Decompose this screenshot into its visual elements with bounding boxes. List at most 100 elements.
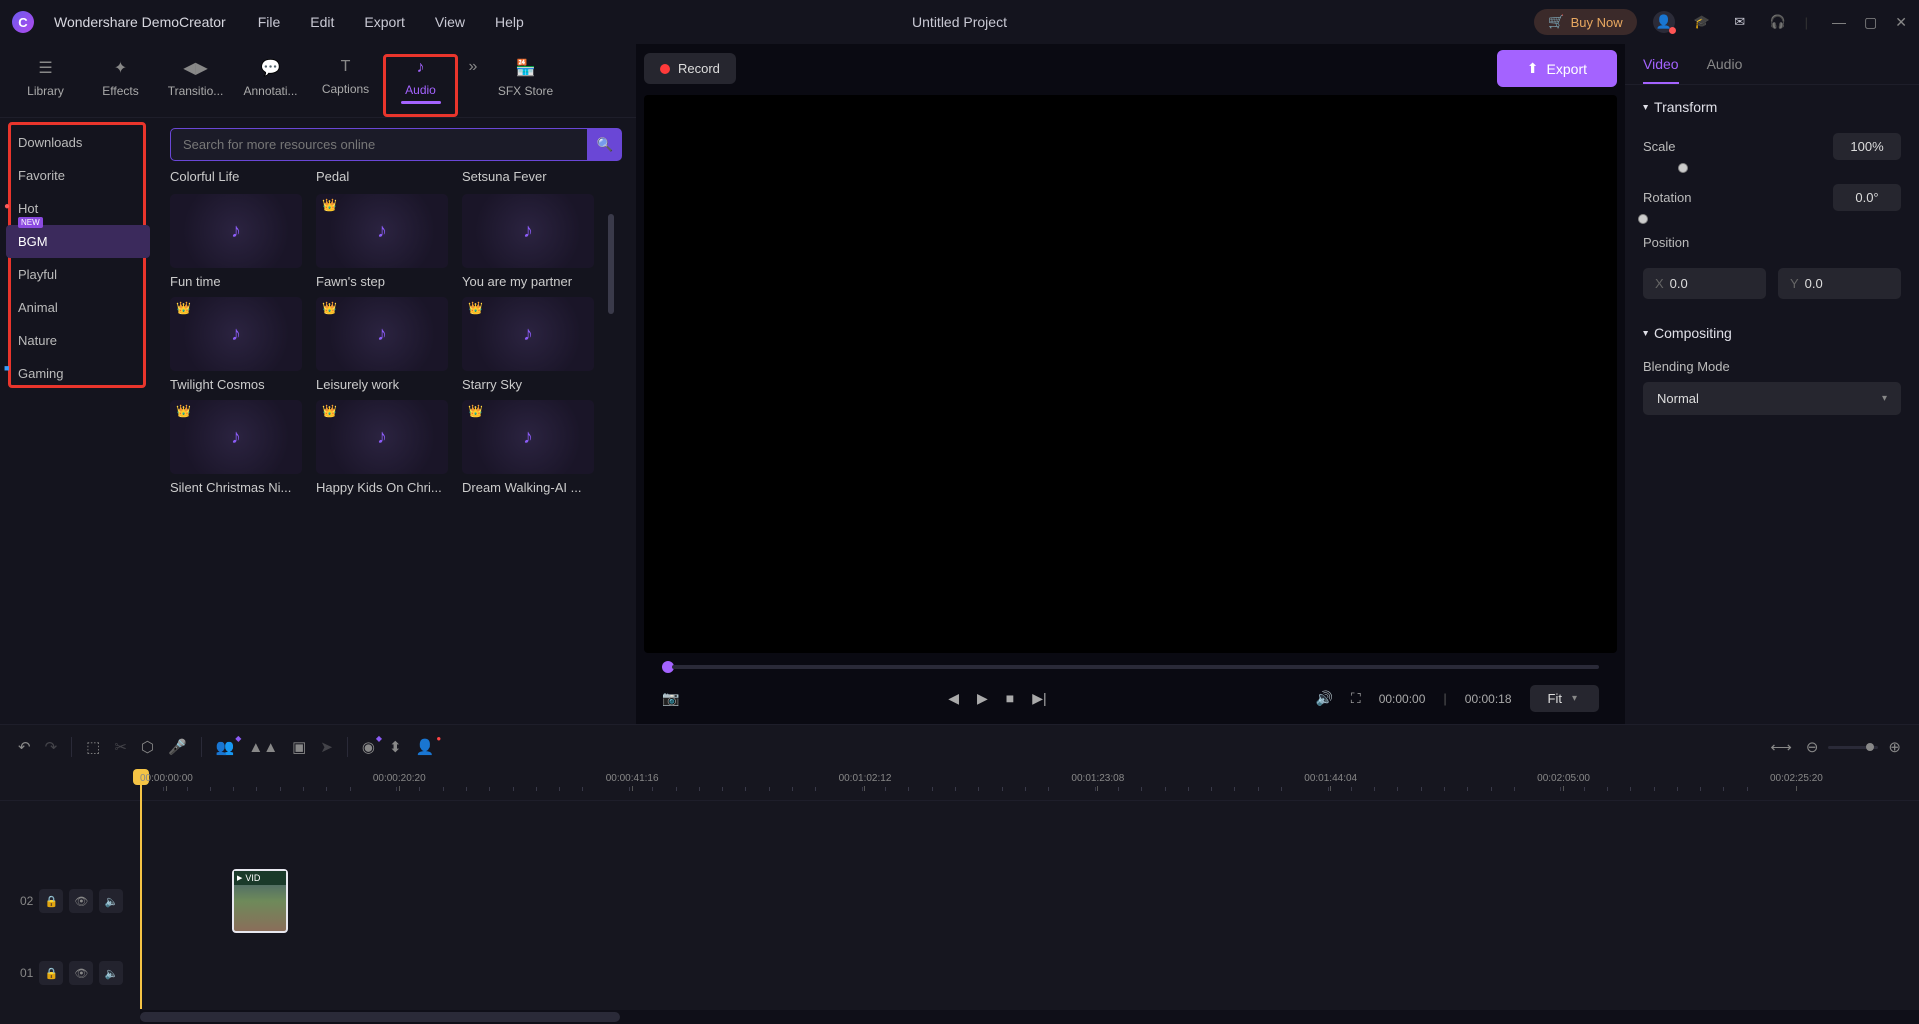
audio-label: Dream Walking-AI ... (462, 480, 594, 495)
marker-icon[interactable]: ⬡ (141, 738, 154, 756)
zoom-in-icon[interactable]: ⊕ (1888, 738, 1901, 756)
pip-icon[interactable]: ▣ (292, 738, 306, 756)
audio-thumb[interactable] (316, 400, 448, 474)
audio-thumb[interactable] (462, 297, 594, 371)
lock-icon[interactable]: 🔒 (39, 889, 63, 913)
record-button[interactable]: Record (644, 53, 736, 84)
fit-select[interactable]: Fit ▾ (1530, 685, 1599, 712)
tab-transitions[interactable]: ◀▶Transitio... (158, 54, 233, 117)
export-button[interactable]: ⬆ Export (1497, 50, 1617, 87)
rotation-value[interactable]: 0.0° (1833, 184, 1901, 211)
audio-label: Leisurely work (316, 377, 448, 392)
adjust-icon[interactable]: ⬍ (389, 738, 402, 756)
headset-icon[interactable]: 🎧 (1767, 11, 1789, 33)
timeline-ruler[interactable]: 00:00:00:0000:00:20:2000:00:41:1600:01:0… (0, 769, 1919, 801)
cat-playful[interactable]: Playful (0, 258, 156, 291)
tab-library[interactable]: ☰Library (8, 54, 83, 117)
zoom-out-icon[interactable]: ⊖ (1806, 738, 1819, 756)
tab-captions[interactable]: TCaptions (308, 54, 383, 117)
position-x[interactable]: X0.0 (1643, 268, 1766, 299)
ruler-tick: 00:01:02:12 (839, 773, 892, 791)
person-icon[interactable]: 👤 (416, 738, 435, 756)
color-icon[interactable]: ◉ (362, 738, 375, 756)
title-pedal: Pedal (316, 169, 448, 184)
menu-edit[interactable]: Edit (310, 14, 334, 30)
cursor-icon[interactable]: ➤ (320, 738, 333, 756)
section-compositing[interactable]: Compositing (1643, 325, 1901, 341)
academy-icon[interactable]: 🎓 (1691, 11, 1713, 33)
cat-gaming[interactable]: Gaming (0, 357, 156, 390)
audio-thumb[interactable] (316, 194, 448, 268)
cat-bgm[interactable]: BGM (6, 225, 150, 258)
scale-value[interactable]: 100% (1833, 133, 1901, 160)
eye-icon[interactable]: 👁 (69, 889, 93, 913)
audio-thumb[interactable] (316, 297, 448, 371)
buy-now-button[interactable]: 🛒 Buy Now (1534, 9, 1636, 35)
search-button[interactable]: 🔍 (588, 128, 622, 161)
ruler-tick: 00:02:05:00 (1537, 773, 1590, 791)
tab-more[interactable]: » (458, 54, 488, 117)
audio-thumb[interactable] (170, 400, 302, 474)
audio-thumb[interactable] (462, 400, 594, 474)
undo-icon[interactable]: ↶ (18, 738, 31, 756)
cat-downloads[interactable]: Downloads (0, 126, 156, 159)
menu-help[interactable]: Help (495, 14, 524, 30)
timeline: ↶ ↷ ⬚ ✂ ⬡ 🎤 👥 ▲▲ ▣ ➤ ◉ ⬍ 👤 ⟷ ⊖ ⊕ 00:00:0… (0, 724, 1919, 1024)
tab-annotations[interactable]: 💬Annotati... (233, 54, 308, 117)
blend-select[interactable]: Normal ▾ (1643, 382, 1901, 415)
menu-file[interactable]: File (258, 14, 281, 30)
props-tab-video[interactable]: Video (1643, 56, 1679, 84)
props-tab-audio[interactable]: Audio (1707, 56, 1743, 84)
chevron-down-icon: ▾ (1572, 693, 1577, 704)
search-input[interactable] (170, 128, 588, 161)
scrollbar[interactable] (608, 194, 616, 495)
split-icon[interactable]: ✂ (114, 738, 127, 756)
layers-icon: ☰ (8, 58, 83, 78)
close-icon[interactable]: ✕ (1895, 14, 1907, 31)
next-frame-icon[interactable]: ▶| (1032, 690, 1046, 707)
mute-icon[interactable]: 🔈 (99, 889, 123, 913)
fit-timeline-icon[interactable]: ⟷ (1770, 738, 1792, 756)
volume-icon[interactable]: 🔊 (1315, 690, 1332, 707)
tab-audio[interactable]: ♪Audio (383, 54, 458, 117)
position-y[interactable]: Y0.0 (1778, 268, 1901, 299)
lock-icon[interactable]: 🔒 (39, 961, 63, 985)
menu-view[interactable]: View (435, 14, 465, 30)
audio-thumb[interactable] (462, 194, 594, 268)
menu-export[interactable]: Export (364, 14, 404, 30)
fullscreen-icon[interactable]: ⛶ (1351, 690, 1361, 707)
section-transform[interactable]: Transform (1643, 99, 1901, 115)
minimize-icon[interactable]: — (1832, 14, 1846, 31)
snapshot-icon[interactable]: 📷 (662, 690, 679, 707)
cart-icon: 🛒 (1548, 14, 1564, 30)
cat-favorite[interactable]: Favorite (0, 159, 156, 192)
play-icon[interactable]: ▶ (977, 690, 988, 707)
ruler-tick: 00:01:23:08 (1071, 773, 1124, 791)
eye-icon[interactable]: 👁 (69, 961, 93, 985)
cat-animal[interactable]: Animal (0, 291, 156, 324)
audio-thumb[interactable] (170, 297, 302, 371)
mail-icon[interactable]: ✉ (1729, 11, 1751, 33)
menu-bar: File Edit Export View Help (258, 14, 524, 30)
tab-effects[interactable]: ✦Effects (83, 54, 158, 117)
redo-icon[interactable]: ↷ (45, 738, 58, 756)
video-clip[interactable]: VID (232, 869, 288, 933)
cat-nature[interactable]: Nature (0, 324, 156, 357)
prev-frame-icon[interactable]: ◀ (948, 690, 959, 707)
tab-sfx-store[interactable]: 🏪SFX Store (488, 54, 563, 117)
audio-thumb[interactable] (170, 194, 302, 268)
mute-icon[interactable]: 🔈 (99, 961, 123, 985)
timeline-hscroll[interactable] (140, 1010, 1919, 1024)
seek-bar[interactable] (672, 665, 1599, 669)
ruler-tick: 00:00:00:00 (140, 773, 193, 791)
video-preview[interactable] (644, 95, 1617, 653)
zoom-slider[interactable] (1828, 746, 1878, 749)
stop-icon[interactable]: ■ (1006, 690, 1014, 707)
voiceover-icon[interactable]: 🎤 (168, 738, 187, 756)
account-icon[interactable]: 👤 (1653, 11, 1675, 33)
mirror-icon[interactable]: ▲▲ (248, 739, 278, 756)
maximize-icon[interactable]: ▢ (1864, 14, 1877, 31)
group-icon[interactable]: 👥 (216, 738, 235, 756)
time-current: 00:00:00 (1379, 692, 1426, 706)
crop-icon[interactable]: ⬚ (86, 738, 100, 756)
